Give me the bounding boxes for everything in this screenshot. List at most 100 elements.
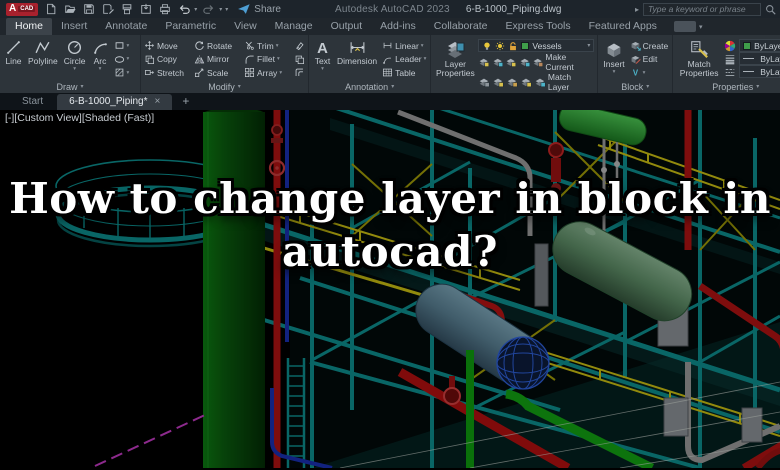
table-button[interactable]: Table bbox=[382, 67, 426, 78]
layer-unlock-tool-icon[interactable] bbox=[492, 76, 504, 88]
layer-vpfreeze-icon[interactable] bbox=[520, 76, 532, 88]
tab-add-ins[interactable]: Add-ins bbox=[371, 18, 425, 35]
leader-button[interactable]: Leader ▾ bbox=[382, 54, 426, 65]
file-tab-start[interactable]: Start bbox=[10, 94, 55, 110]
search-expand-arrow[interactable]: ▸ bbox=[635, 5, 639, 14]
array-button[interactable]: Array ▾ bbox=[244, 67, 293, 78]
define-attributes-button[interactable]: ▾ bbox=[630, 67, 669, 78]
tab-featured-apps[interactable]: Featured Apps bbox=[580, 18, 666, 35]
share-button[interactable]: Share bbox=[238, 3, 281, 15]
match-layer-button[interactable]: Match Layer bbox=[548, 72, 594, 92]
open-from-web-button[interactable] bbox=[139, 3, 153, 16]
fillet-button[interactable]: Fillet ▾ bbox=[244, 54, 293, 65]
circle-button[interactable]: Circle ▾ bbox=[62, 38, 88, 80]
tab-view[interactable]: View bbox=[225, 18, 266, 35]
layer-properties-button[interactable]: Layer Properties bbox=[434, 38, 476, 94]
rotate-button[interactable]: Rotate bbox=[194, 40, 243, 51]
draw-panel-label[interactable]: Draw ▾ bbox=[0, 80, 140, 93]
new-drawing-tab-button[interactable]: + bbox=[174, 94, 197, 110]
dimension-button[interactable]: Dimension bbox=[335, 38, 379, 80]
tab-collaborate[interactable]: Collaborate bbox=[425, 18, 497, 35]
make-current-icon[interactable] bbox=[532, 56, 543, 68]
lineweight-icon[interactable] bbox=[724, 53, 736, 65]
redo-dropdown[interactable]: ▾ bbox=[219, 6, 222, 13]
scale-button[interactable]: Scale bbox=[194, 67, 243, 78]
layer-unisolate-icon[interactable] bbox=[492, 56, 503, 68]
annotation-panel-label[interactable]: Annotation ▾ bbox=[309, 80, 430, 93]
new-button[interactable] bbox=[44, 3, 58, 16]
make-current-button[interactable]: Make Current bbox=[545, 52, 594, 72]
file-tab-document[interactable]: 6-B-1000_Piping* × bbox=[57, 94, 173, 110]
tab-manage[interactable]: Manage bbox=[266, 18, 322, 35]
app-menu-button[interactable]: A CAD bbox=[6, 2, 39, 16]
hatch-button[interactable]: ▾ bbox=[114, 67, 129, 78]
tab-parametric[interactable]: Parametric bbox=[156, 18, 225, 35]
layer-lock-tool-icon[interactable] bbox=[478, 76, 490, 88]
layer-isolate-icon[interactable] bbox=[478, 56, 489, 68]
modify-panel-label[interactable]: Modify ▾ bbox=[141, 80, 308, 93]
create-block-button[interactable]: Create bbox=[630, 40, 668, 51]
linetype-icon[interactable] bbox=[724, 66, 736, 78]
tab-annotate[interactable]: Annotate bbox=[96, 18, 156, 35]
properties-panel-label[interactable]: Properties ▾ bbox=[673, 80, 780, 93]
thumbnail-title-line2: autocad? bbox=[282, 227, 498, 276]
move-button[interactable]: Move bbox=[144, 40, 193, 51]
insert-block-button[interactable]: Insert ▾ bbox=[601, 38, 626, 80]
stretch-button[interactable]: Stretch bbox=[144, 67, 193, 78]
circle-icon bbox=[66, 39, 83, 56]
attributes-icon bbox=[630, 67, 641, 78]
lineweight-preview bbox=[743, 58, 755, 59]
layer-walk-icon[interactable] bbox=[506, 76, 518, 88]
tab-output[interactable]: Output bbox=[322, 18, 372, 35]
text-button[interactable]: Text ▾ bbox=[312, 38, 333, 80]
customize-qat-button[interactable]: ▾ bbox=[225, 6, 228, 13]
create-block-icon bbox=[630, 40, 641, 51]
layer-freeze-icon[interactable] bbox=[505, 56, 516, 68]
ribbon-tab-bar: Home Insert Annotate Parametric View Man… bbox=[0, 18, 780, 35]
layer-dropdown-caret[interactable]: ▾ bbox=[587, 42, 590, 49]
tab-insert[interactable]: Insert bbox=[52, 18, 96, 35]
print-button[interactable] bbox=[158, 3, 172, 16]
color-wheel-icon[interactable] bbox=[724, 40, 736, 52]
ribbon: Line Polyline Circle ▾ Arc ▾ ▾ ▾ ▾ Draw ▾ M… bbox=[0, 35, 780, 104]
arc-button[interactable]: Arc ▾ bbox=[90, 38, 111, 80]
save-as-button[interactable] bbox=[101, 3, 115, 16]
line-button[interactable]: Line bbox=[3, 38, 24, 80]
redo-button[interactable] bbox=[202, 3, 216, 16]
polyline-button[interactable]: Polyline bbox=[26, 38, 60, 80]
drawing-viewport[interactable]: [-][Custom View][Shaded (Fast)] How to c… bbox=[0, 110, 780, 470]
viewport-controls[interactable]: [-][Custom View][Shaded (Fast)] bbox=[5, 112, 154, 124]
rectangle-button[interactable]: ▾ bbox=[114, 40, 129, 51]
copy-button[interactable]: Copy bbox=[144, 54, 193, 65]
tab-express-tools[interactable]: Express Tools bbox=[496, 18, 579, 35]
mirror-button[interactable]: Mirror bbox=[194, 54, 243, 65]
linetype-dropdown[interactable]: ByLayer bbox=[739, 65, 780, 78]
undo-dropdown[interactable]: ▾ bbox=[194, 6, 197, 13]
linear-button[interactable]: Linear ▾ bbox=[382, 40, 426, 51]
object-color-dropdown[interactable]: ByLayer ▾ bbox=[739, 39, 780, 52]
close-tab-icon[interactable]: × bbox=[155, 96, 161, 107]
open-button[interactable] bbox=[63, 3, 77, 16]
offset-icon[interactable] bbox=[294, 67, 305, 78]
ribbon-display-toggle[interactable] bbox=[673, 21, 696, 32]
match-layer-icon[interactable] bbox=[534, 76, 546, 88]
plot-button[interactable] bbox=[120, 3, 134, 16]
explode-icon[interactable] bbox=[294, 54, 305, 65]
ellipse-button[interactable]: ▾ bbox=[114, 54, 129, 65]
erase-icon[interactable] bbox=[294, 40, 305, 51]
search-input[interactable] bbox=[643, 2, 761, 16]
match-properties-button[interactable]: Match Properties bbox=[676, 38, 722, 80]
search-icon[interactable] bbox=[765, 4, 776, 15]
undo-button[interactable] bbox=[177, 3, 191, 16]
tab-home[interactable]: Home bbox=[6, 18, 53, 35]
layer-off-icon[interactable] bbox=[519, 56, 530, 68]
app-logo: A bbox=[9, 3, 17, 14]
save-button[interactable] bbox=[82, 3, 96, 16]
lineweight-dropdown[interactable]: ByLayer bbox=[739, 52, 780, 65]
ribbon-options-caret[interactable]: ▾ bbox=[699, 23, 703, 31]
panel-layers: Layer Properties Vessels ▾ Make Current … bbox=[431, 35, 599, 104]
layer-dropdown[interactable]: Vessels ▾ bbox=[478, 39, 595, 52]
block-panel-label[interactable]: Block ▾ bbox=[598, 80, 672, 93]
edit-block-button[interactable]: Edit bbox=[630, 54, 669, 65]
trim-button[interactable]: Trim ▾ bbox=[244, 40, 293, 51]
